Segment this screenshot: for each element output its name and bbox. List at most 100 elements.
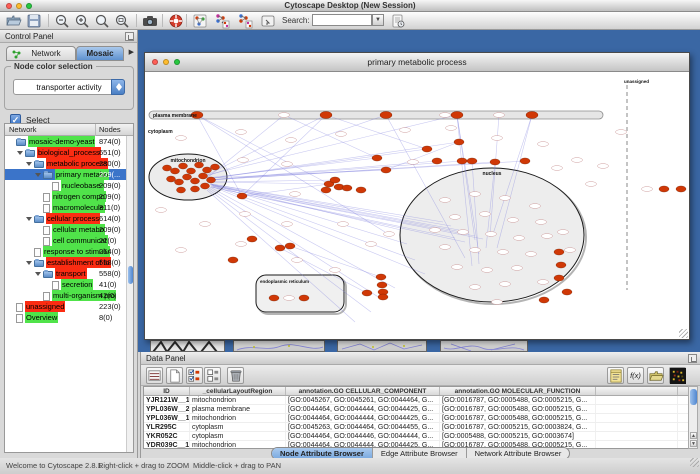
create-network-icon[interactable] xyxy=(192,13,208,29)
table-row[interactable]: YPL036W__2plasma membrane[GO:0044464, GO… xyxy=(144,405,688,414)
table-row[interactable]: YKR052Ccytoplasm[GO:0044464, GO:0044446,… xyxy=(144,432,688,441)
tree-row[interactable]: response to stimulu264(0) xyxy=(5,246,133,257)
network-canvas[interactable]: plasma membranecytoplasmmitochondrionnuc… xyxy=(145,72,689,339)
column-header[interactable]: annotation.GO MOLECULAR_FUNCTION xyxy=(440,387,596,395)
node xyxy=(167,176,176,182)
search-dropdown-icon[interactable]: ▼ xyxy=(372,14,384,26)
tree-row[interactable]: nucleobase-209(0) xyxy=(5,180,133,191)
table-row[interactable]: YPL036W__1mitochondrion[GO:0044464, GO:0… xyxy=(144,414,688,423)
snapshot-icon[interactable] xyxy=(142,13,158,29)
tree-row[interactable]: primary metabo209(... xyxy=(5,169,133,180)
tree-node-count: 311(0) xyxy=(99,202,120,213)
tree-row[interactable]: secretion41(0) xyxy=(5,279,133,290)
app-title-bar[interactable]: Cytoscape Desktop (New Session) xyxy=(0,0,700,12)
tree-row[interactable]: metabolic process280(0) xyxy=(5,158,133,169)
tree-row[interactable]: biological_process651(0) xyxy=(5,147,133,158)
zoom-out-icon[interactable] xyxy=(54,13,70,29)
edge xyxy=(207,149,427,179)
tree-row[interactable]: Overview8(0) xyxy=(5,312,133,323)
background-window[interactable] xyxy=(337,340,427,352)
background-window[interactable] xyxy=(150,340,225,352)
table-scrollbar-thumb[interactable] xyxy=(690,389,697,405)
node-label xyxy=(538,280,549,285)
disclosure-triangle-icon[interactable] xyxy=(35,272,41,276)
network-window-title-bar[interactable]: primary metabolic process xyxy=(145,53,689,72)
tree-row[interactable]: multi-organism pro42(0) xyxy=(5,290,133,301)
edge xyxy=(211,186,425,274)
zoom-in-icon[interactable] xyxy=(74,13,90,29)
tab-mosaic[interactable]: Mosaic xyxy=(76,46,124,61)
node-label xyxy=(282,222,293,227)
attribute-matrix-icon[interactable] xyxy=(669,367,686,384)
tree-row[interactable]: establishment of lo558(0) xyxy=(5,257,133,268)
destroy-network-icon[interactable] xyxy=(237,13,253,29)
tab-overflow-arrow[interactable]: ▶ xyxy=(129,48,134,56)
tree-node-count: 209(... xyxy=(99,169,120,180)
column-header[interactable]: annotation.GO CELLULAR_COMPONENT xyxy=(286,387,440,395)
background-window[interactable] xyxy=(440,340,528,352)
disclosure-triangle-icon[interactable] xyxy=(26,261,32,265)
node xyxy=(556,262,566,268)
delete-attribute-icon[interactable] xyxy=(227,367,244,384)
search-options-icon[interactable] xyxy=(390,13,406,29)
background-window[interactable] xyxy=(233,340,325,352)
tree-row[interactable]: cellular process614(0) xyxy=(5,213,133,224)
network-view-window[interactable]: primary metabolic process plasma membran… xyxy=(144,52,690,340)
minimize-window-icon[interactable] xyxy=(163,59,169,65)
float-panel-icon[interactable] xyxy=(125,32,134,41)
node-color-dropdown[interactable]: transporter activity xyxy=(13,79,125,95)
select-all-attributes-icon[interactable] xyxy=(186,367,203,384)
table-row[interactable]: YJR121W__1mitochondrion[GO:0045267, GO:0… xyxy=(144,396,688,405)
zoom-window-icon[interactable] xyxy=(26,3,32,9)
scroll-up-icon[interactable]: ▲ xyxy=(690,432,697,439)
disclosure-triangle-icon[interactable] xyxy=(26,162,32,166)
tree-row[interactable]: nitrogen compo209(0) xyxy=(5,191,133,202)
unselect-all-attributes-icon[interactable] xyxy=(204,367,221,384)
disclosure-triangle-icon[interactable] xyxy=(26,217,32,221)
attribute-editor-icon[interactable] xyxy=(607,367,624,384)
import-attributes-icon[interactable] xyxy=(647,367,664,384)
disclosure-triangle-icon[interactable] xyxy=(17,151,23,155)
tree-scrollbar[interactable] xyxy=(126,136,133,453)
float-panel-icon[interactable] xyxy=(688,354,697,363)
help-icon[interactable] xyxy=(168,13,184,29)
save-session-icon[interactable] xyxy=(26,13,42,29)
close-window-icon[interactable] xyxy=(152,59,158,65)
zoom-window-icon[interactable] xyxy=(174,59,180,65)
window-resize-grip[interactable] xyxy=(679,329,688,338)
annotation-icon[interactable] xyxy=(260,13,276,29)
tree-row[interactable]: macromolecule311(0) xyxy=(5,202,133,213)
node-label xyxy=(512,266,523,271)
formula-builder-icon[interactable]: f(x) xyxy=(627,367,644,384)
open-file-icon[interactable] xyxy=(6,13,22,29)
minimize-window-icon[interactable] xyxy=(16,3,22,9)
tab-network[interactable]: Network xyxy=(6,46,76,61)
select-attributes-icon[interactable] xyxy=(146,367,163,384)
tree-row[interactable]: unassigned223(0) xyxy=(5,301,133,312)
attribute-table-header[interactable]: ID_cellularLayoutRegionannotation.GO CEL… xyxy=(144,387,688,396)
node-label xyxy=(336,132,347,137)
table-row[interactable]: YLR295Ccytoplasm[GO:0045263, GO:0044464,… xyxy=(144,423,688,432)
dropdown-stepper-icon[interactable] xyxy=(111,79,125,95)
column-header[interactable] xyxy=(596,387,678,395)
tree-row[interactable]: mosaic-demo-yeast874(0) xyxy=(5,136,133,147)
edge xyxy=(209,180,335,182)
search-input[interactable] xyxy=(312,14,372,26)
column-header[interactable]: ID xyxy=(144,387,190,395)
zoom-selected-icon[interactable] xyxy=(114,13,130,29)
close-window-icon[interactable] xyxy=(6,3,12,9)
node-color-selection-group: Node color selection transporter activit… xyxy=(4,66,134,110)
tree-row[interactable]: cellular metabo209(0) xyxy=(5,224,133,235)
duplicate-network-icon[interactable] xyxy=(214,13,230,29)
disclosure-triangle-icon[interactable] xyxy=(35,173,41,177)
column-header[interactable]: _cellularLayoutRegion xyxy=(190,387,286,395)
table-scrollbar[interactable]: ▲ ▼ xyxy=(688,386,698,449)
zoom-fit-icon[interactable] xyxy=(94,13,110,29)
attribute-table[interactable]: ID_cellularLayoutRegionannotation.GO CEL… xyxy=(143,386,689,449)
scroll-down-icon[interactable]: ▼ xyxy=(690,440,697,447)
app-resize-grip[interactable] xyxy=(690,458,699,467)
tree-row[interactable]: cell communicat22(0) xyxy=(5,235,133,246)
tree-scrollbar-thumb[interactable] xyxy=(128,266,133,284)
tree-row[interactable]: transport558(0) xyxy=(5,268,133,279)
new-attribute-icon[interactable] xyxy=(166,367,183,384)
